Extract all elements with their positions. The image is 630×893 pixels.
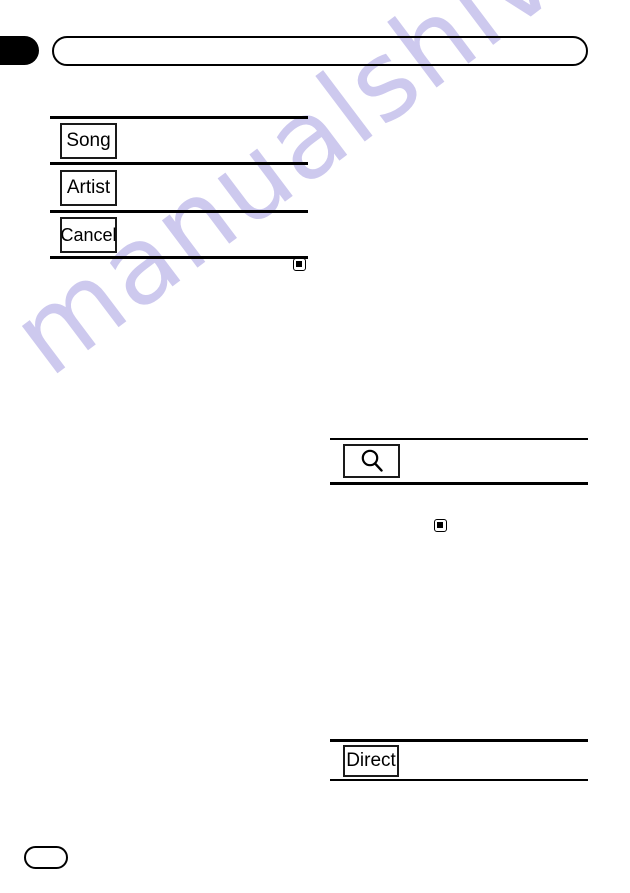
direct-rule-bottom <box>330 779 588 781</box>
search-button[interactable] <box>343 444 400 478</box>
search-rule-bottom <box>330 482 588 485</box>
header-title-text <box>54 38 586 46</box>
square-stop-icon <box>293 258 306 271</box>
song-button[interactable]: Song <box>60 122 117 159</box>
manual-page: manualshive.com Song Artist Cancel Direc… <box>0 0 630 893</box>
list-item[interactable]: Direct <box>330 742 588 779</box>
page-number-badge <box>24 846 68 869</box>
direct-block: Direct <box>330 739 588 781</box>
artist-button[interactable]: Artist <box>60 169 117 206</box>
list-item[interactable]: Artist <box>50 165 308 210</box>
header-title-bar <box>52 36 588 66</box>
direct-button[interactable]: Direct <box>343 744 399 777</box>
list-item[interactable]: Song <box>50 119 308 162</box>
list-rule-bottom <box>50 256 308 259</box>
list-item[interactable] <box>330 440 588 482</box>
magnifier-icon <box>361 449 383 472</box>
square-stop-icon <box>434 519 447 532</box>
option-list-block: Song Artist Cancel <box>50 116 308 259</box>
header-section-tab <box>0 36 39 65</box>
list-item[interactable]: Cancel <box>50 213 308 256</box>
cancel-button[interactable]: Cancel <box>60 216 117 253</box>
search-block <box>330 438 588 485</box>
